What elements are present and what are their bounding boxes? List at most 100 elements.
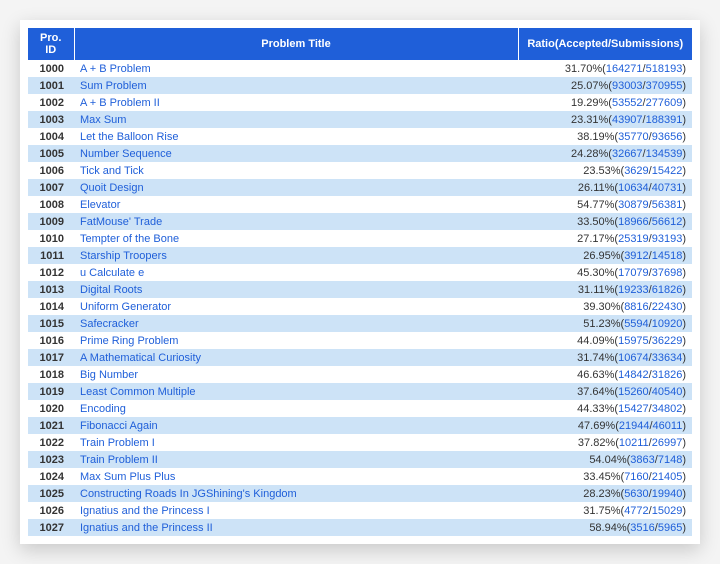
submissions-link[interactable]: 15422: [652, 165, 683, 177]
problem-link[interactable]: Digital Roots: [80, 284, 142, 296]
submissions-link[interactable]: 7148: [658, 454, 682, 466]
accepted-link[interactable]: 3516: [630, 522, 654, 534]
accepted-link[interactable]: 43907: [612, 114, 643, 126]
submissions-link[interactable]: 5965: [658, 522, 682, 534]
accepted-link[interactable]: 3863: [630, 454, 654, 466]
col-header-ratio[interactable]: Ratio(Accepted/Submissions): [518, 28, 692, 60]
submissions-link[interactable]: 370955: [646, 80, 683, 92]
submissions-link[interactable]: 61826: [652, 284, 683, 296]
accepted-link[interactable]: 14842: [618, 369, 649, 381]
ratio-cell: 28.23%(5630/19940): [518, 485, 692, 502]
problem-link[interactable]: Encoding: [80, 403, 126, 415]
problem-id: 1009: [28, 213, 74, 230]
problem-link[interactable]: Let the Balloon Rise: [80, 131, 178, 143]
submissions-link[interactable]: 14518: [652, 250, 683, 262]
problem-link[interactable]: Safecracker: [80, 318, 139, 330]
col-header-id[interactable]: Pro. ID: [28, 28, 74, 60]
problem-link[interactable]: Elevator: [80, 199, 120, 211]
problem-link[interactable]: Max Sum: [80, 114, 126, 126]
accepted-link[interactable]: 21944: [619, 420, 650, 432]
submissions-link[interactable]: 36229: [652, 335, 683, 347]
problem-id: 1011: [28, 247, 74, 264]
problem-link[interactable]: Starship Troopers: [80, 250, 167, 262]
table-row: 1015Safecracker51.23%(5594/10920): [28, 315, 692, 332]
problem-link[interactable]: A + B Problem: [80, 63, 151, 75]
accepted-link[interactable]: 15260: [618, 386, 649, 398]
problem-link[interactable]: Ignatius and the Princess II: [80, 522, 213, 534]
accepted-link[interactable]: 15427: [618, 403, 649, 415]
submissions-link[interactable]: 134539: [646, 148, 683, 160]
submissions-link[interactable]: 33634: [652, 352, 683, 364]
submissions-link[interactable]: 34802: [652, 403, 683, 415]
problem-title-cell: A + B Problem II: [74, 94, 518, 111]
problem-link[interactable]: Quoit Design: [80, 182, 144, 194]
submissions-link[interactable]: 56381: [652, 199, 683, 211]
problem-link[interactable]: u Calculate e: [80, 267, 144, 279]
accepted-link[interactable]: 3629: [624, 165, 648, 177]
accepted-link[interactable]: 32667: [612, 148, 643, 160]
problem-title-cell: Big Number: [74, 366, 518, 383]
accepted-link[interactable]: 164271: [606, 63, 643, 75]
submissions-link[interactable]: 188391: [646, 114, 683, 126]
problem-link[interactable]: Uniform Generator: [80, 301, 171, 313]
problem-link[interactable]: Max Sum Plus Plus: [80, 471, 175, 483]
accepted-link[interactable]: 18966: [618, 216, 649, 228]
submissions-link[interactable]: 518193: [646, 63, 683, 75]
problem-link[interactable]: Number Sequence: [80, 148, 172, 160]
submissions-link[interactable]: 31826: [652, 369, 683, 381]
problem-link[interactable]: Sum Problem: [80, 80, 147, 92]
accepted-link[interactable]: 15975: [618, 335, 649, 347]
accepted-link[interactable]: 8816: [624, 301, 648, 313]
submissions-link[interactable]: 26997: [652, 437, 683, 449]
accepted-link[interactable]: 17079: [618, 267, 649, 279]
accepted-link[interactable]: 93003: [612, 80, 643, 92]
submissions-link[interactable]: 19940: [652, 488, 683, 500]
submissions-link[interactable]: 46011: [653, 420, 683, 432]
accepted-link[interactable]: 53552: [612, 97, 643, 109]
ratio-value: 33.50%: [577, 216, 614, 228]
accepted-link[interactable]: 3912: [624, 250, 648, 262]
submissions-link[interactable]: 93656: [652, 131, 683, 143]
accepted-link[interactable]: 5630: [624, 488, 648, 500]
accepted-link[interactable]: 10634: [618, 182, 649, 194]
submissions-link[interactable]: 21405: [652, 471, 683, 483]
problem-title-cell: Digital Roots: [74, 281, 518, 298]
submissions-link[interactable]: 56612: [652, 216, 683, 228]
problem-link[interactable]: A Mathematical Curiosity: [80, 352, 201, 364]
problem-title-cell: Encoding: [74, 400, 518, 417]
submissions-link[interactable]: 40731: [652, 182, 683, 194]
problem-link[interactable]: Fibonacci Again: [80, 420, 158, 432]
submissions-link[interactable]: 22430: [652, 301, 683, 313]
problem-title-cell: Train Problem II: [74, 451, 518, 468]
accepted-link[interactable]: 7160: [624, 471, 648, 483]
submissions-link[interactable]: 15029: [652, 505, 683, 517]
accepted-link[interactable]: 5594: [624, 318, 648, 330]
accepted-link[interactable]: 19233: [618, 284, 649, 296]
submissions-link[interactable]: 10920: [652, 318, 683, 330]
problem-link[interactable]: Constructing Roads In JGShining's Kingdo…: [80, 488, 297, 500]
problem-id: 1020: [28, 400, 74, 417]
accepted-link[interactable]: 10674: [618, 352, 649, 364]
submissions-link[interactable]: 37698: [652, 267, 683, 279]
problem-link[interactable]: Tempter of the Bone: [80, 233, 179, 245]
problem-link[interactable]: Big Number: [80, 369, 138, 381]
submissions-link[interactable]: 277609: [646, 97, 683, 109]
ratio-value: 26.95%: [583, 250, 620, 262]
problem-link[interactable]: Train Problem I: [80, 437, 155, 449]
problem-link[interactable]: Least Common Multiple: [80, 386, 196, 398]
accepted-link[interactable]: 30879: [618, 199, 649, 211]
ratio-cell: 31.75%(4772/15029): [518, 502, 692, 519]
problem-link[interactable]: A + B Problem II: [80, 97, 160, 109]
accepted-link[interactable]: 10211: [619, 437, 649, 449]
accepted-link[interactable]: 4772: [624, 505, 648, 517]
col-header-title[interactable]: Problem Title: [74, 28, 518, 60]
accepted-link[interactable]: 35770: [618, 131, 649, 143]
problem-link[interactable]: Ignatius and the Princess I: [80, 505, 210, 517]
submissions-link[interactable]: 93193: [652, 233, 683, 245]
accepted-link[interactable]: 25319: [618, 233, 649, 245]
problem-link[interactable]: Train Problem II: [80, 454, 158, 466]
problem-link[interactable]: Prime Ring Problem: [80, 335, 178, 347]
problem-link[interactable]: Tick and Tick: [80, 165, 144, 177]
problem-link[interactable]: FatMouse' Trade: [80, 216, 162, 228]
submissions-link[interactable]: 40540: [652, 386, 683, 398]
